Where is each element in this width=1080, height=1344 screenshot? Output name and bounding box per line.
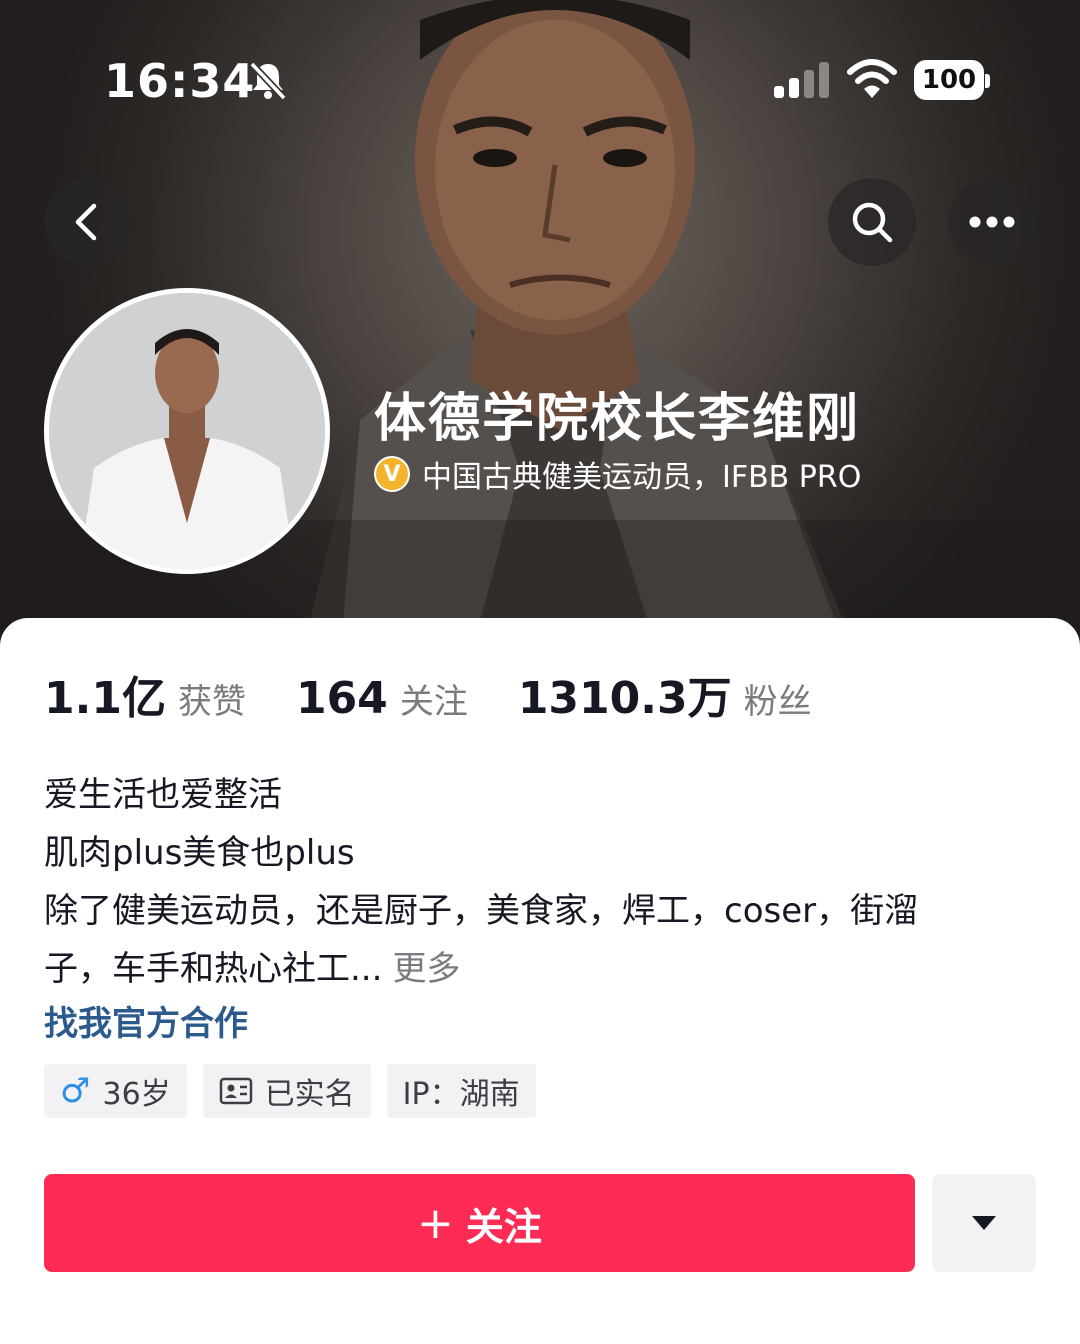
follow-label: 关注 (465, 1204, 542, 1249)
more-dots-icon (969, 216, 1015, 228)
bio-line-last: 子，车手和热心社工... 更多 (44, 940, 1034, 998)
tag-age-text: 36岁 (102, 1077, 171, 1112)
wifi-icon (846, 58, 898, 104)
stat-value: 164 (295, 673, 388, 724)
bio-more-link[interactable]: 更多 (392, 949, 460, 989)
bio: 爱生活也爱整活 肌肉plus美食也plus 除了健美运动员，还是厨子，美食家，焊… (44, 766, 1034, 998)
stat-likes[interactable]: 1.1亿 获赞 (44, 662, 246, 726)
profile-name: 体德学院校长李维刚 (374, 389, 861, 449)
tag-ip-text: IP：湖南 (402, 1077, 520, 1112)
bio-line: 除了健美运动员，还是厨子，美食家，焊工，coser，街溜 (44, 891, 919, 931)
stat-label: 粉丝 (743, 682, 812, 722)
search-icon (852, 202, 893, 243)
profile-info-card: 1.1亿 获赞 164 关注 1310.3万 粉丝 爱生活也爱整活 肌肉plus… (0, 618, 1080, 1344)
verification-text: 中国古典健美运动员，IFBB PRO (422, 460, 862, 495)
avatar-photo (49, 293, 325, 569)
profile-tags: ♂ 36岁 已实名 IP：湖南 (44, 1064, 552, 1118)
stat-followers[interactable]: 1310.3万 粉丝 (518, 662, 812, 726)
id-card-icon (219, 1077, 253, 1105)
tag-real-name: 已实名 (202, 1064, 371, 1118)
avatar[interactable] (44, 288, 330, 574)
stat-label: 关注 (399, 682, 468, 722)
stat-label: 获赞 (177, 682, 246, 722)
recommend-dropdown-button[interactable] (932, 1174, 1036, 1272)
cellular-signal-icon (774, 62, 830, 102)
triangle-down-icon (972, 1216, 996, 1230)
back-button[interactable] (44, 178, 132, 266)
bio-line: 爱生活也爱整活 (44, 775, 282, 815)
battery-indicator: 100 (914, 60, 990, 100)
stat-value: 1310.3万 (517, 673, 732, 724)
more-options-button[interactable] (948, 178, 1036, 266)
tag-real-name-text: 已实名 (264, 1077, 355, 1112)
stat-value: 1.1亿 (44, 673, 166, 724)
tag-ip-location: IP：湖南 (386, 1064, 536, 1118)
verification-row: V 中国古典健美运动员，IFBB PRO (374, 452, 861, 496)
verified-badge-icon: V (374, 456, 410, 492)
bell-muted-icon (246, 58, 290, 106)
bio-line-text: 子，车手和热心社工... (44, 949, 383, 989)
follow-button[interactable]: + 关注 (44, 1174, 915, 1272)
official-cooperation-link[interactable]: 找我官方合作 (44, 996, 248, 1045)
plus-icon: + (417, 1197, 454, 1249)
tag-gender-age: ♂ 36岁 (44, 1064, 187, 1118)
male-icon: ♂ (60, 1071, 91, 1111)
status-time: 16:34 (104, 54, 256, 108)
header-banner-image: 16:34 100 体德学院校长李维刚 V 中国古典健美运动员，IFBB PRO (0, 0, 1080, 660)
profile-page: 16:34 100 体德学院校长李维刚 V 中国古典健美运动员，IFBB PRO… (0, 0, 1080, 1344)
search-button[interactable] (828, 178, 916, 266)
stat-following[interactable]: 164 关注 (296, 673, 468, 724)
back-arrow-icon (75, 203, 97, 241)
stats-row: 1.1亿 获赞 164 关注 1310.3万 粉丝 (44, 662, 862, 726)
bio-line: 肌肉plus美食也plus (44, 833, 355, 873)
